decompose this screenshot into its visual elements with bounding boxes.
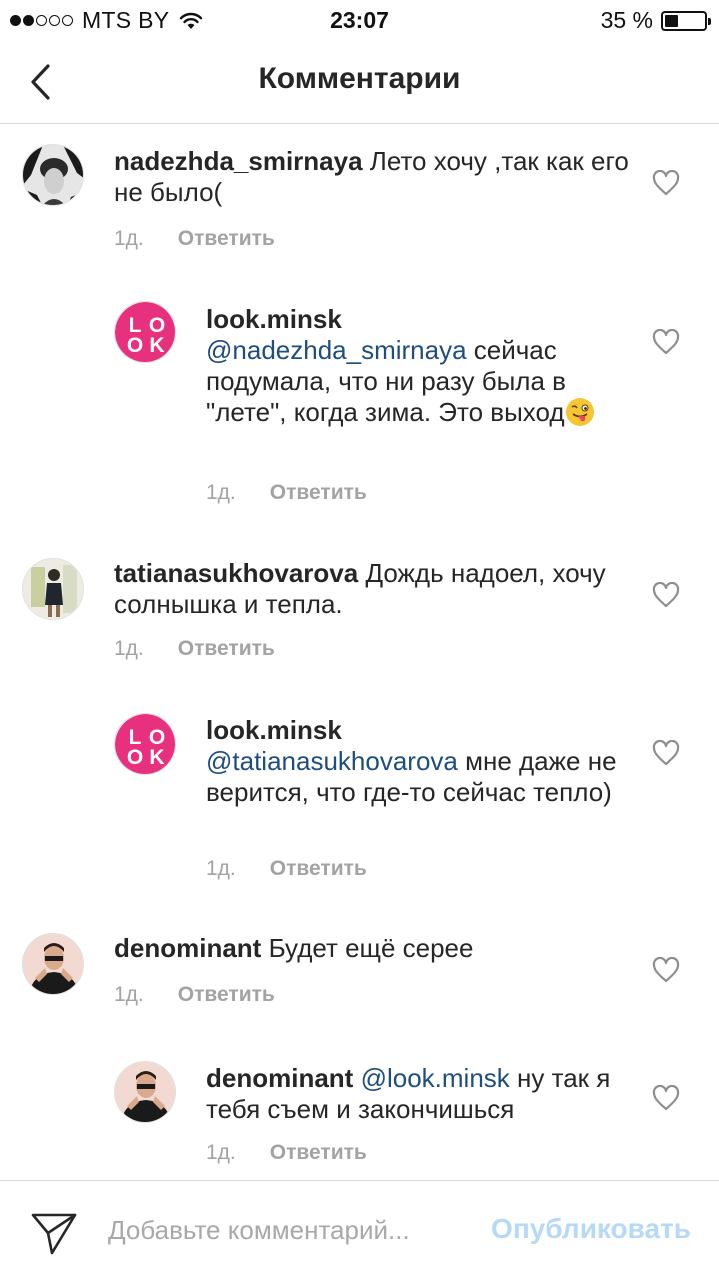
like-heart-icon[interactable] xyxy=(652,1085,680,1111)
battery-level xyxy=(665,14,679,27)
reply-button[interactable]: Ответить xyxy=(178,227,275,251)
comment-meta: 1д. Ответить xyxy=(206,481,367,505)
reply-item: L O O K look.minsk @nadezhda_smirnaya се… xyxy=(0,274,719,524)
avatar[interactable]: L O O K xyxy=(114,713,176,775)
comment-username[interactable]: denominant xyxy=(114,933,261,963)
comment-text: denominant @look.minsk ну так я тебя съе… xyxy=(206,1063,636,1125)
comment-text: look.minsk @nadezhda_smirnaya сейчас под… xyxy=(206,304,636,428)
comment-time: 1д. xyxy=(206,857,236,880)
comment-input[interactable] xyxy=(108,1215,448,1246)
like-heart-icon[interactable] xyxy=(652,329,680,355)
avatar[interactable] xyxy=(22,558,84,620)
comment-text: tatianasukhovarova Дождь надоел, хочу со… xyxy=(114,558,634,620)
like-heart-icon[interactable] xyxy=(652,740,680,766)
comment-username[interactable]: tatianasukhovarova xyxy=(114,558,358,588)
comment-meta: 1д. Ответить xyxy=(114,983,275,1007)
comment-text: nadezhda_smirnaya Лето хочу ,так как его… xyxy=(114,146,634,208)
user-photo xyxy=(23,145,83,205)
avatar[interactable] xyxy=(114,1061,176,1123)
like-heart-icon[interactable] xyxy=(652,582,680,608)
reply-button[interactable]: Ответить xyxy=(178,983,275,1007)
page-title: Комментарии xyxy=(258,62,461,95)
status-bar: MTS BY 23:07 35 % xyxy=(0,0,719,40)
reply-button[interactable]: Ответить xyxy=(178,637,275,661)
comment-item: nadezhda_smirnaya Лето хочу ,так как его… xyxy=(0,124,719,274)
comment-meta: 1д. Ответить xyxy=(206,857,367,881)
comment-username[interactable]: denominant xyxy=(206,1063,353,1093)
comment-username[interactable]: look.minsk xyxy=(206,715,636,746)
mention-link[interactable]: @nadezhda_smirnaya xyxy=(206,335,467,365)
reply-item: denominant @look.minsk ну так я тебя съе… xyxy=(0,1035,719,1180)
avatar[interactable] xyxy=(22,933,84,995)
mention-link[interactable]: @look.minsk xyxy=(361,1063,510,1093)
user-photo xyxy=(23,934,83,994)
comment-item: denominant Будет ещё серее 1д. Ответить xyxy=(0,915,719,1035)
look-logo: L O O K xyxy=(115,714,175,774)
comment-item: tatianasukhovarova Дождь надоел, хочу со… xyxy=(0,540,719,680)
navigation-bar: Комментарии xyxy=(0,40,719,124)
comment-compose-bar: Опубликовать xyxy=(0,1180,719,1280)
direct-send-icon[interactable] xyxy=(30,1211,78,1255)
logo-letter: K xyxy=(149,746,164,769)
comment-message: Будет ещё серее xyxy=(261,933,474,963)
look-logo: L O O K xyxy=(115,302,175,362)
comment-username[interactable]: nadezhda_smirnaya xyxy=(114,146,363,176)
comment-time: 1д. xyxy=(114,227,144,250)
battery-icon xyxy=(661,10,711,31)
battery-percent: 35 % xyxy=(600,7,653,33)
like-heart-icon[interactable] xyxy=(652,170,680,196)
publish-button[interactable]: Опубликовать xyxy=(491,1213,691,1245)
user-photo xyxy=(115,1062,175,1122)
comment-username[interactable]: look.minsk xyxy=(206,304,636,335)
logo-letter: K xyxy=(149,334,164,357)
reply-button[interactable]: Ответить xyxy=(270,481,367,505)
battery-tip xyxy=(708,17,711,25)
like-heart-icon[interactable] xyxy=(652,957,680,983)
mention-link[interactable]: @tatianasukhovarova xyxy=(206,746,458,776)
comment-text: look.minsk @tatianasukhovarova мне даже … xyxy=(206,715,636,808)
comment-meta: 1д. Ответить xyxy=(114,227,275,251)
user-photo xyxy=(23,559,83,619)
avatar[interactable] xyxy=(22,144,84,206)
winking-tongue-emoji-icon xyxy=(565,398,594,426)
status-right: 35 % xyxy=(600,7,711,34)
comment-time: 1д. xyxy=(114,983,144,1006)
comment-time: 1д. xyxy=(206,1141,236,1164)
comment-time: 1д. xyxy=(206,481,236,504)
avatar[interactable]: L O O K xyxy=(114,301,176,363)
logo-letter: O xyxy=(127,746,143,769)
reply-button[interactable]: Ответить xyxy=(270,857,367,881)
comment-text: denominant Будет ещё серее xyxy=(114,933,634,964)
reply-item: L O O K look.minsk @tatianasukhovarova м… xyxy=(0,680,719,900)
comment-time: 1д. xyxy=(114,637,144,660)
logo-letter: O xyxy=(127,334,143,357)
reply-button[interactable]: Ответить xyxy=(270,1141,367,1165)
comment-meta: 1д. Ответить xyxy=(206,1141,367,1165)
comment-meta: 1д. Ответить xyxy=(114,637,275,661)
